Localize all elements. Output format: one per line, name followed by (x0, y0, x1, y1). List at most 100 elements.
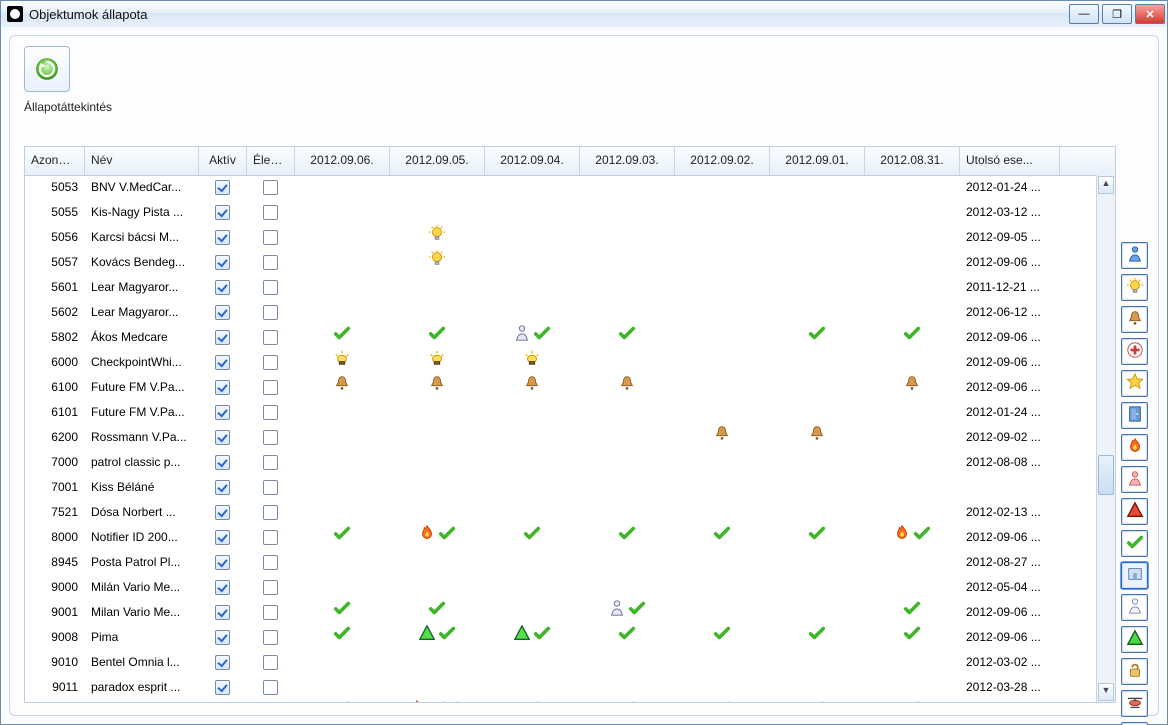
cell-armed[interactable] (247, 600, 295, 624)
col-armed[interactable]: Élesí... (247, 147, 295, 175)
armed-checkbox[interactable] (263, 355, 278, 370)
col-date-3[interactable]: 2012.09.03. (580, 147, 675, 175)
table-row[interactable]: 7001Kiss Béláné (25, 475, 1097, 500)
active-checkbox[interactable] (215, 505, 230, 520)
cell-active[interactable] (199, 225, 247, 249)
cell-active[interactable] (199, 350, 247, 374)
active-checkbox[interactable] (215, 680, 230, 695)
cell-armed[interactable] (247, 700, 295, 702)
armed-checkbox[interactable] (263, 180, 278, 195)
armed-checkbox[interactable] (263, 555, 278, 570)
table-row[interactable]: 8945Posta Patrol Pl...2012-08-27 ... (25, 550, 1097, 575)
col-date-6[interactable]: 2012.08.31. (865, 147, 960, 175)
cell-active[interactable] (199, 425, 247, 449)
maximize-button[interactable]: ❐ (1102, 4, 1132, 24)
armed-checkbox[interactable] (263, 305, 278, 320)
active-checkbox[interactable] (215, 355, 230, 370)
vertical-scrollbar[interactable]: ▲ ▼ (1096, 175, 1115, 702)
col-name[interactable]: Név (85, 147, 199, 175)
filter-warn-green-button[interactable] (1121, 626, 1148, 653)
scroll-down-button[interactable]: ▼ (1098, 683, 1114, 701)
table-row[interactable]: 5601Lear Magyaror...2011-12-21 ... (25, 275, 1097, 300)
active-checkbox[interactable] (215, 305, 230, 320)
cell-active[interactable] (199, 650, 247, 674)
filter-bell-button[interactable] (1121, 306, 1148, 333)
cell-active[interactable] (199, 475, 247, 499)
cell-active[interactable] (199, 525, 247, 549)
armed-checkbox[interactable] (263, 405, 278, 420)
armed-checkbox[interactable] (263, 530, 278, 545)
armed-checkbox[interactable] (263, 505, 278, 520)
filter-scene-button[interactable] (1121, 562, 1148, 589)
cell-active[interactable] (199, 600, 247, 624)
cell-active[interactable] (199, 250, 247, 274)
refresh-button[interactable] (24, 46, 70, 92)
col-last[interactable]: Utolsó ese... (960, 147, 1060, 175)
cell-active[interactable] (199, 275, 247, 299)
cell-active[interactable] (199, 450, 247, 474)
filter-fire-button[interactable] (1121, 434, 1148, 461)
filter-lock-open-button[interactable] (1121, 658, 1148, 685)
grid-body[interactable]: 5053BNV V.MedCar...2012-01-24 ...5055Kis… (25, 175, 1097, 702)
cell-armed[interactable] (247, 625, 295, 649)
col-date-4[interactable]: 2012.09.02. (675, 147, 770, 175)
active-checkbox[interactable] (215, 380, 230, 395)
table-row[interactable]: 5602Lear Magyaror...2012-06-12 ... (25, 300, 1097, 325)
armed-checkbox[interactable] (263, 430, 278, 445)
table-row[interactable]: 9011paradox esprit ...2012-03-28 ... (25, 675, 1097, 700)
scroll-up-button[interactable]: ▲ (1098, 176, 1114, 194)
active-checkbox[interactable] (215, 230, 230, 245)
filter-warn-red-button[interactable] (1121, 498, 1148, 525)
cell-armed[interactable] (247, 400, 295, 424)
active-checkbox[interactable] (215, 205, 230, 220)
armed-checkbox[interactable] (263, 580, 278, 595)
cell-armed[interactable] (247, 575, 295, 599)
armed-checkbox[interactable] (263, 280, 278, 295)
col-date-0[interactable]: 2012.09.06. (295, 147, 390, 175)
armed-checkbox[interactable] (263, 630, 278, 645)
active-checkbox[interactable] (215, 330, 230, 345)
table-row[interactable]: 8000Notifier ID 200...2012-09-06 ... (25, 525, 1097, 550)
cell-armed[interactable] (247, 300, 295, 324)
cell-active[interactable] (199, 375, 247, 399)
filter-person-blue-button[interactable] (1121, 242, 1148, 269)
cell-active[interactable] (199, 675, 247, 699)
cell-active[interactable] (199, 200, 247, 224)
col-date-1[interactable]: 2012.09.05. (390, 147, 485, 175)
cell-armed[interactable] (247, 525, 295, 549)
cell-armed[interactable] (247, 350, 295, 374)
armed-checkbox[interactable] (263, 605, 278, 620)
cell-armed[interactable] (247, 425, 295, 449)
filter-bulb-button[interactable] (1121, 274, 1148, 301)
active-checkbox[interactable] (215, 405, 230, 420)
active-checkbox[interactable] (215, 630, 230, 645)
cell-active[interactable] (199, 625, 247, 649)
cell-armed[interactable] (247, 275, 295, 299)
cell-armed[interactable] (247, 475, 295, 499)
filter-medical-button[interactable] (1121, 338, 1148, 365)
titlebar[interactable]: Objektumok állapota — ❐ ✕ (1, 1, 1167, 28)
table-row[interactable]: 9000Milán Vario Me...2012-05-04 ... (25, 575, 1097, 600)
cell-armed[interactable] (247, 650, 295, 674)
cell-armed[interactable] (247, 200, 295, 224)
filter-person-white-button[interactable] (1121, 594, 1148, 621)
cell-armed[interactable] (247, 500, 295, 524)
table-row[interactable]: 7521Dósa Norbert ...2012-02-13 ... (25, 500, 1097, 525)
col-id[interactable]: Azonos... (25, 147, 85, 175)
cell-armed[interactable] (247, 675, 295, 699)
cell-armed[interactable] (247, 225, 295, 249)
active-checkbox[interactable] (215, 480, 230, 495)
armed-checkbox[interactable] (263, 480, 278, 495)
minimize-button[interactable]: — (1069, 4, 1099, 24)
cell-active[interactable] (199, 700, 247, 702)
cell-armed[interactable] (247, 450, 295, 474)
filter-door-button[interactable] (1121, 402, 1148, 429)
cell-active[interactable] (199, 500, 247, 524)
table-row[interactable]: 5802Ákos Medcare2012-09-06 ... (25, 325, 1097, 350)
cell-armed[interactable] (247, 175, 295, 199)
active-checkbox[interactable] (215, 605, 230, 620)
armed-checkbox[interactable] (263, 230, 278, 245)
filter-ok-button[interactable] (1121, 530, 1148, 557)
armed-checkbox[interactable] (263, 655, 278, 670)
table-row[interactable]: 5055Kis-Nagy Pista ...2012-03-12 ... (25, 200, 1097, 225)
